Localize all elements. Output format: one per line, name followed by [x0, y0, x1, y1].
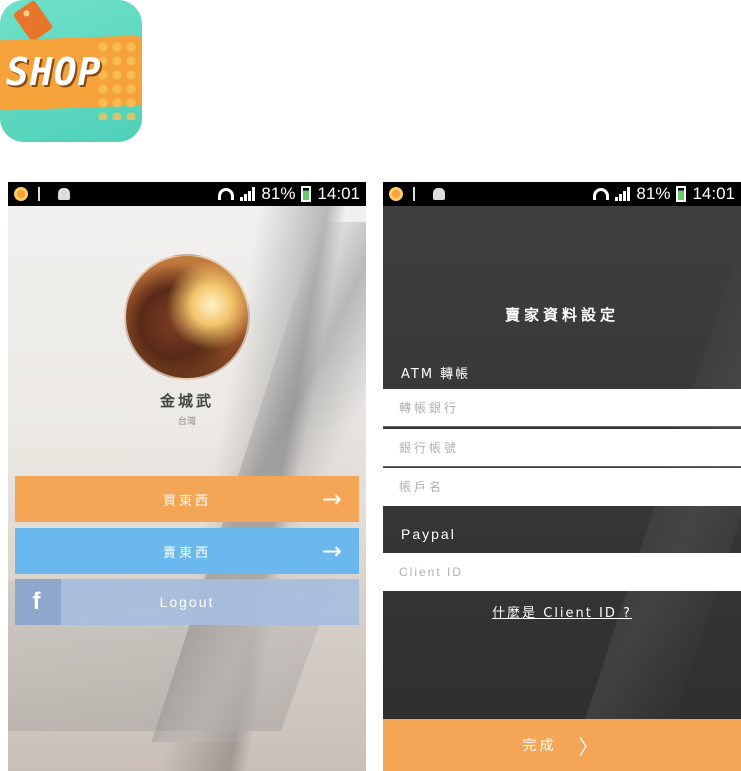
arrow-right-icon: → — [321, 537, 345, 565]
usb-icon — [38, 187, 48, 201]
battery-percent: 81% — [261, 184, 296, 203]
client-id-help-link[interactable]: 什麼是 Client ID ? — [383, 602, 741, 621]
page-title: 賣家資料設定 — [504, 306, 619, 324]
android-icon — [433, 188, 445, 200]
price-tag-icon — [12, 0, 54, 43]
logout-button[interactable]: f Logout — [15, 579, 359, 625]
app-icon-label: SHOP — [6, 50, 102, 94]
usb-icon — [413, 187, 423, 201]
battery-icon — [676, 186, 687, 202]
done-button[interactable]: 完成 〉 — [383, 719, 741, 771]
bank-name-input[interactable] — [383, 389, 741, 427]
status-bar: 81% 14:01 — [8, 182, 366, 206]
account-holder-input[interactable] — [383, 468, 741, 506]
clock: 14:01 — [692, 184, 735, 203]
avatar[interactable] — [124, 254, 250, 380]
user-location: 台灣 — [177, 417, 196, 427]
atm-section-label: ATM 轉帳 — [401, 367, 471, 382]
arrow-right-icon: → — [321, 485, 345, 513]
done-button-label: 完成 — [522, 738, 557, 754]
signal-icon — [240, 187, 256, 201]
buy-button[interactable]: 買東西 → — [15, 476, 359, 522]
shop-app-icon[interactable]: SHOP — [0, 0, 142, 142]
status-bar: 81% 14:01 — [383, 182, 741, 206]
user-name: 金城武 — [159, 392, 214, 410]
signal-icon — [615, 187, 631, 201]
clock: 14:01 — [317, 184, 360, 203]
client-id-input[interactable] — [383, 553, 741, 591]
sell-button-label: 賣東西 — [162, 545, 211, 561]
seller-settings-screen: 81% 14:01 賣家資料設定 ATM 轉帳 Paypal 什麼是 Clien… — [383, 182, 741, 771]
bank-account-input[interactable] — [383, 429, 741, 467]
android-icon — [58, 188, 70, 200]
buy-button-label: 買東西 — [162, 493, 211, 509]
profile-screen: 81% 14:01 金城武 台灣 買東西 → 賣東西 → f Logout — [8, 182, 366, 771]
battery-icon — [301, 186, 312, 202]
sell-button[interactable]: 賣東西 → — [15, 528, 359, 574]
facebook-icon: f — [15, 579, 61, 625]
paypal-section-label: Paypal — [401, 526, 456, 542]
wifi-icon — [593, 188, 610, 200]
battery-percent: 81% — [636, 184, 671, 203]
chevron-right-icon: 〉 — [578, 734, 602, 759]
notification-app-icon — [14, 187, 28, 201]
icon-dots-pattern — [96, 40, 136, 120]
notification-app-icon — [389, 187, 403, 201]
logout-button-label: Logout — [159, 594, 215, 610]
wifi-icon — [218, 188, 235, 200]
